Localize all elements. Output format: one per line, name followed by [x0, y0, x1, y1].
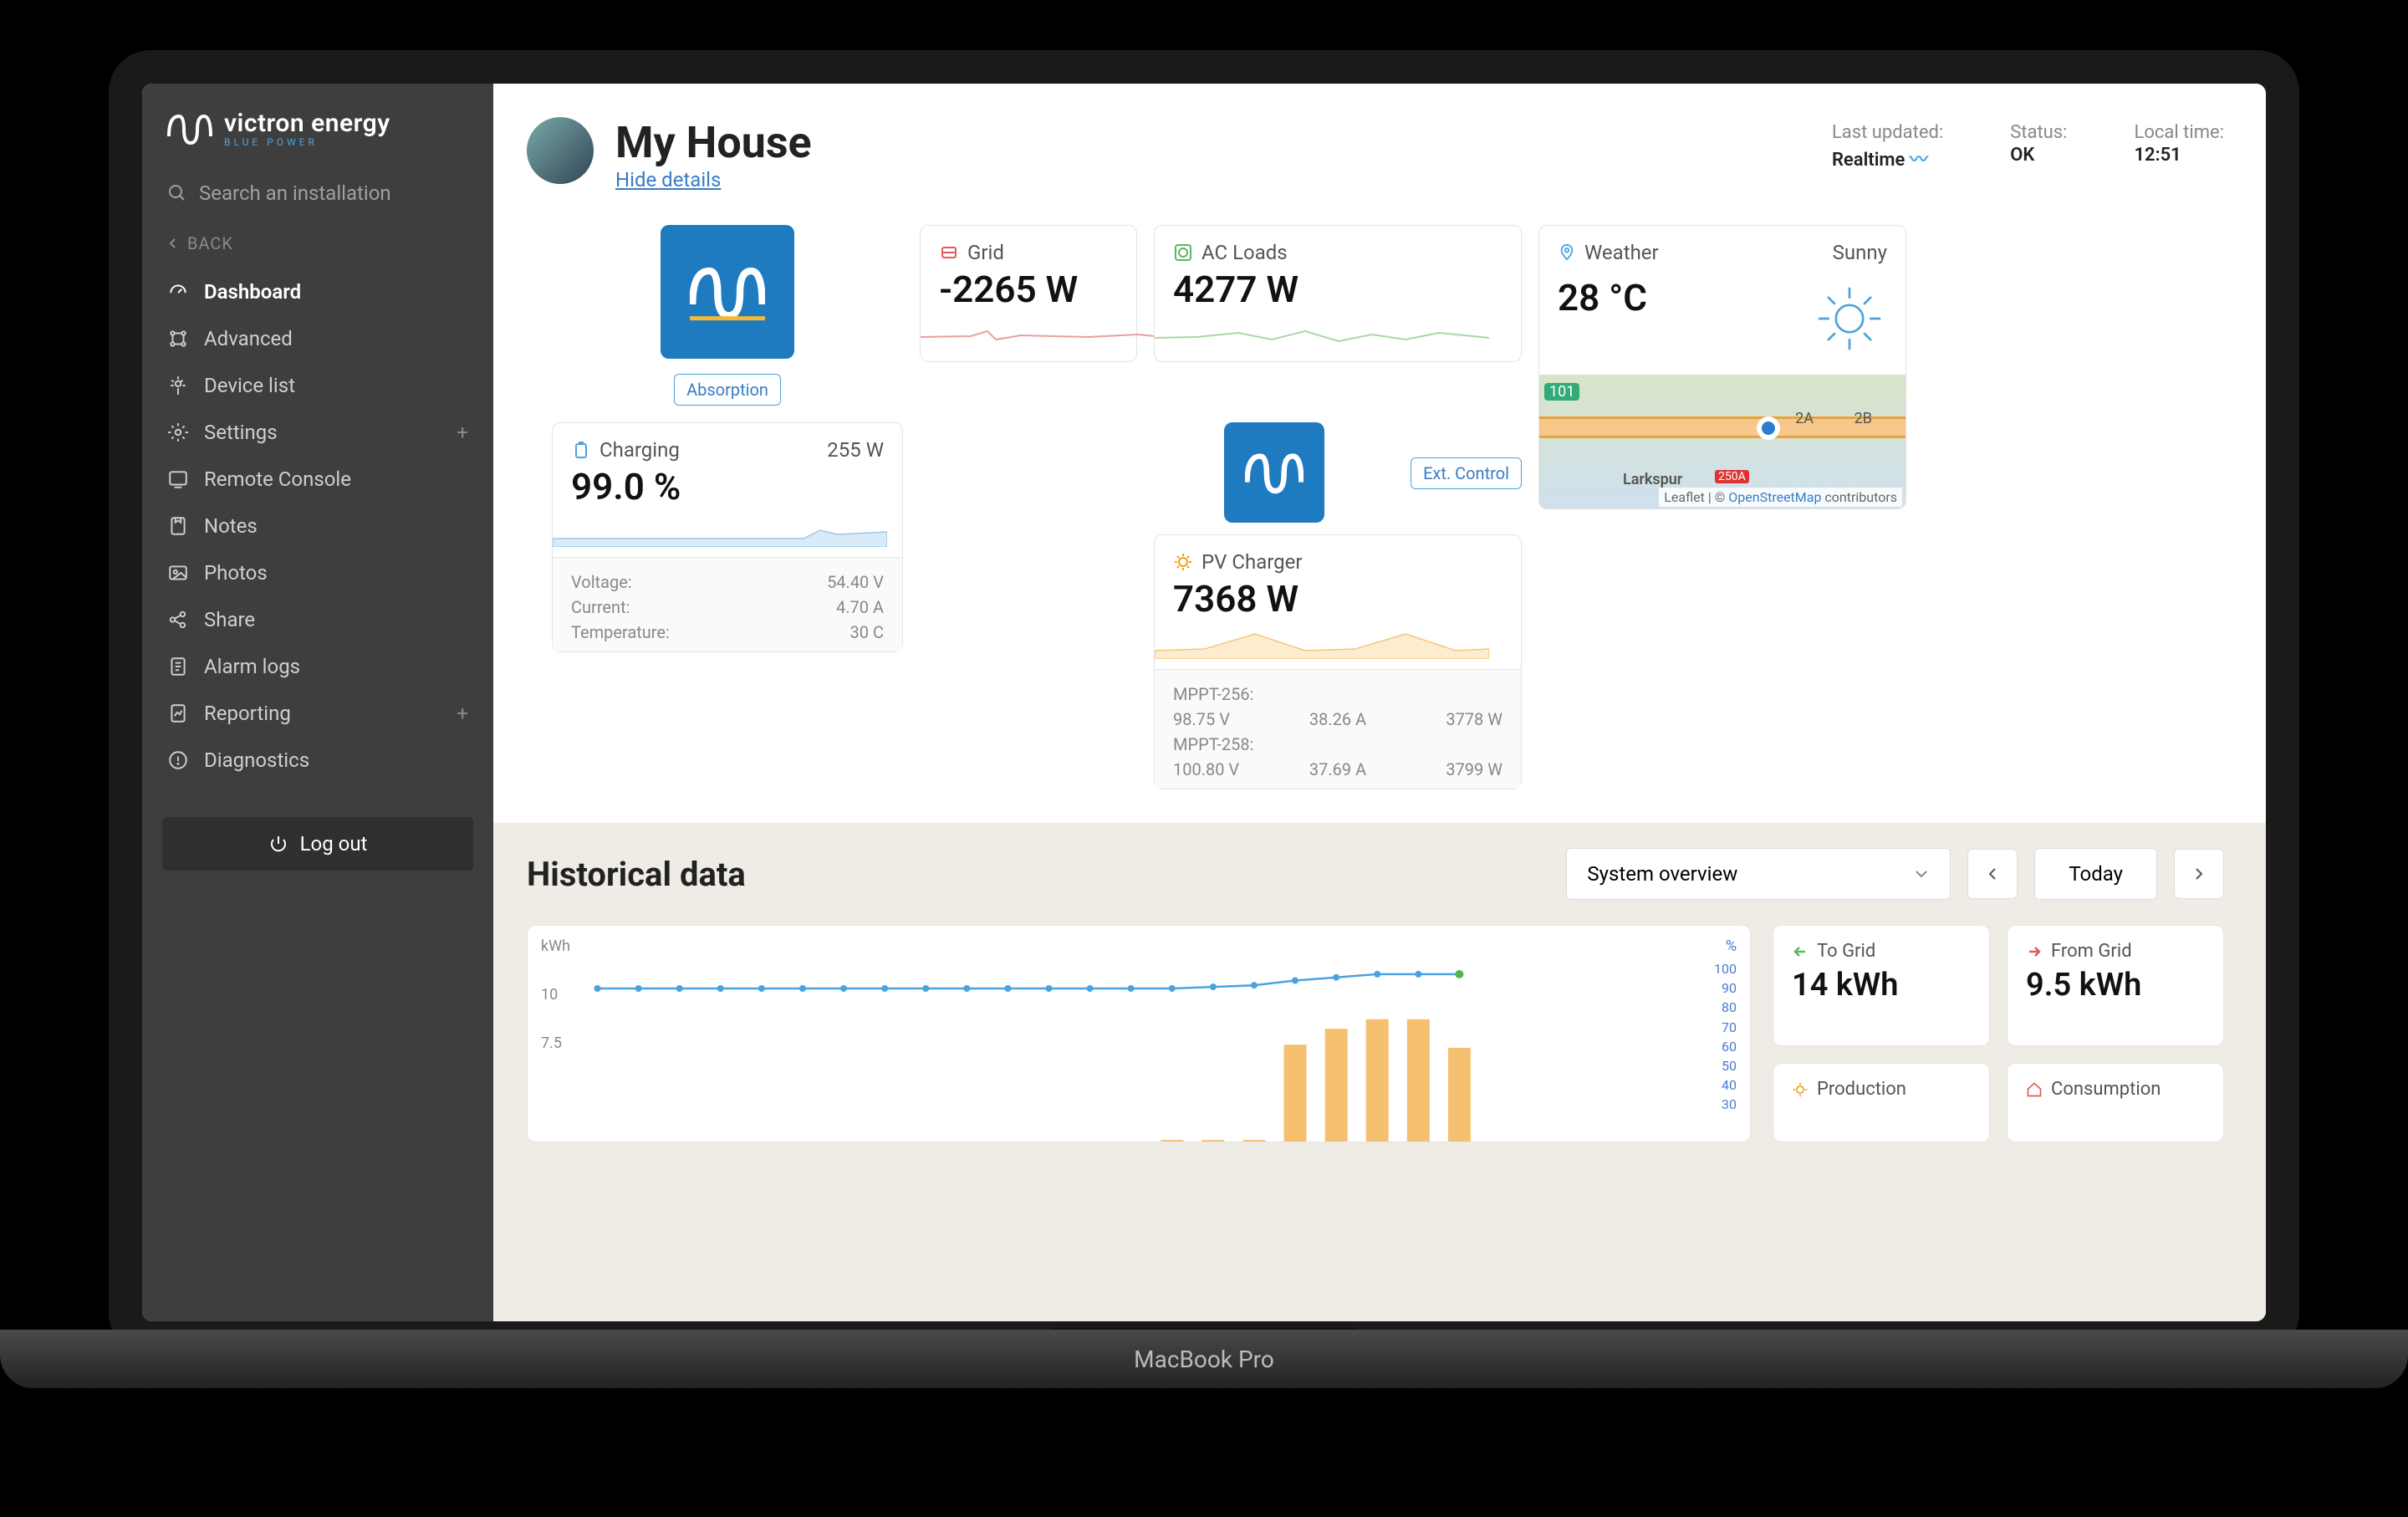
arrow-left-icon [1792, 943, 1809, 960]
production-stat[interactable]: Production [1773, 1063, 1990, 1142]
sun-small-icon [1173, 552, 1193, 572]
history-title: Historical data [527, 855, 746, 894]
nav-item-diagnostics[interactable]: Diagnostics [142, 737, 493, 784]
chevron-down-icon [1913, 866, 1930, 882]
nav-item-reporting[interactable]: Reporting + [142, 690, 493, 737]
header-meta: Last updated: Realtime 〰 Status: OK Loca… [1832, 122, 2224, 171]
pv-sparkline [1155, 626, 1489, 659]
diag-icon [167, 749, 189, 771]
photos-icon [167, 562, 189, 584]
dashboard-icon [167, 281, 189, 303]
report-icon [167, 702, 189, 724]
plus-icon[interactable]: + [457, 421, 468, 444]
notes-icon [167, 515, 189, 537]
history-chart-svg [578, 968, 1497, 1142]
nav-item-notes[interactable]: Notes [142, 503, 493, 549]
nav-item-label: Reporting [204, 702, 291, 725]
realtime-pulse-icon: 〰 [1910, 150, 1928, 171]
inverter-state-tag: Absorption [674, 374, 781, 406]
page-title: My House [615, 117, 1810, 168]
plus-icon[interactable]: + [457, 702, 468, 725]
advanced-icon [167, 328, 189, 350]
settings-icon [167, 421, 189, 443]
search-icon [167, 183, 187, 203]
nav-item-device-list[interactable]: Device list [142, 362, 493, 409]
acloads-icon [1173, 243, 1193, 263]
installation-map[interactable]: 101 2A 2B Larkspur 250A Leaflet | © Open… [1539, 375, 1905, 508]
from-grid-stat[interactable]: From Grid 9.5 kWh [2007, 925, 2224, 1046]
to-grid-stat[interactable]: To Grid 14 kWh [1773, 925, 1990, 1046]
page-header: My House Hide details Last updated: Real… [493, 84, 2266, 208]
nav-item-dashboard[interactable]: Dashboard [142, 268, 493, 315]
chevron-left-icon [1984, 866, 2001, 882]
history-view-select[interactable]: System overview [1566, 848, 1951, 900]
hide-details-link[interactable]: Hide details [615, 168, 721, 192]
chevron-right-icon [2191, 866, 2207, 882]
nav-item-label: Diagnostics [204, 748, 309, 772]
sidebar: victron energy BLUE POWER Search an inst… [142, 84, 493, 1321]
brand-logo: victron energy BLUE POWER [142, 109, 493, 168]
map-marker-icon [1752, 411, 1785, 448]
chevron-left-icon [167, 238, 179, 249]
share-icon [167, 609, 189, 631]
dashboard-grid: Grid -2265 W Absorption AC Loads [493, 208, 2266, 823]
nav-item-label: Alarm logs [204, 655, 300, 678]
nav-item-label: Remote Console [204, 467, 351, 491]
mppt-device-icon[interactable] [1224, 422, 1324, 523]
map-attribution: Leaflet | © OpenStreetMap contributors [1659, 488, 1902, 507]
device-icon [167, 375, 189, 396]
back-button[interactable]: BACK [142, 218, 493, 268]
acloads-sparkline [1155, 316, 1489, 350]
pv-charger-card[interactable]: PV Charger 7368 W MPPT-256:98.75 V38.26 … [1154, 534, 1522, 789]
victron-logo-icon [167, 111, 212, 146]
grid-card[interactable]: Grid -2265 W [920, 225, 1137, 362]
nav-item-label: Device list [204, 374, 295, 397]
installation-avatar[interactable] [527, 117, 594, 184]
charging-sparkline [553, 513, 887, 547]
inverter-device-icon[interactable] [661, 225, 794, 359]
history-chart[interactable]: kWh % 107.5 10090807060504030 [527, 925, 1751, 1142]
pv-mppt-details: MPPT-256:98.75 V38.26 A3778 WMPPT-258:10… [1155, 669, 1521, 789]
consumption-stat[interactable]: Consumption [2007, 1063, 2224, 1142]
laptop-base: MacBook Pro [0, 1330, 2408, 1388]
grid-icon [939, 243, 959, 263]
search-input[interactable]: Search an installation [142, 168, 493, 218]
sun-icon [1812, 281, 1887, 356]
weather-card[interactable]: Weather 28 °C Sunny 101 2A 2B [1538, 225, 1906, 509]
nav-item-label: Advanced [204, 327, 293, 350]
nav-item-remote-console[interactable]: Remote Console [142, 456, 493, 503]
nav-item-advanced[interactable]: Advanced [142, 315, 493, 362]
power-icon [268, 834, 288, 854]
sun-small-icon [1792, 1081, 1809, 1098]
nav-item-settings[interactable]: Settings + [142, 409, 493, 456]
home-icon [2026, 1081, 2043, 1098]
history-section: Historical data System overview Today [493, 823, 2266, 1321]
history-next-button[interactable] [2174, 849, 2224, 899]
nav-list: Dashboard Advanced Device list Settings + Rem… [142, 268, 493, 784]
nav-item-label: Notes [204, 514, 258, 538]
logout-button[interactable]: Log out [162, 817, 473, 871]
console-icon [167, 468, 189, 490]
alarm-icon [167, 656, 189, 677]
nav-item-label: Dashboard [204, 280, 301, 304]
nav-item-label: Settings [204, 421, 278, 444]
acloads-card[interactable]: AC Loads 4277 W [1154, 225, 1522, 362]
nav-item-label: Photos [204, 561, 268, 585]
nav-item-photos[interactable]: Photos [142, 549, 493, 596]
ext-control-tag: Ext. Control [1411, 457, 1522, 489]
main-content: My House Hide details Last updated: Real… [493, 84, 2266, 1321]
nav-item-label: Share [204, 608, 255, 631]
nav-item-share[interactable]: Share [142, 596, 493, 643]
battery-icon [571, 440, 591, 460]
history-today-button[interactable]: Today [2034, 848, 2157, 900]
pin-icon [1558, 243, 1576, 262]
nav-item-alarm-logs[interactable]: Alarm logs [142, 643, 493, 690]
charging-details: Voltage:54.40 VCurrent:4.70 ATemperature… [553, 557, 902, 651]
history-prev-button[interactable] [1967, 849, 2018, 899]
arrow-right-icon [2026, 943, 2043, 960]
charging-card[interactable]: Charging 255 W 99.0 % Voltage:54.40 VCur… [552, 422, 903, 652]
